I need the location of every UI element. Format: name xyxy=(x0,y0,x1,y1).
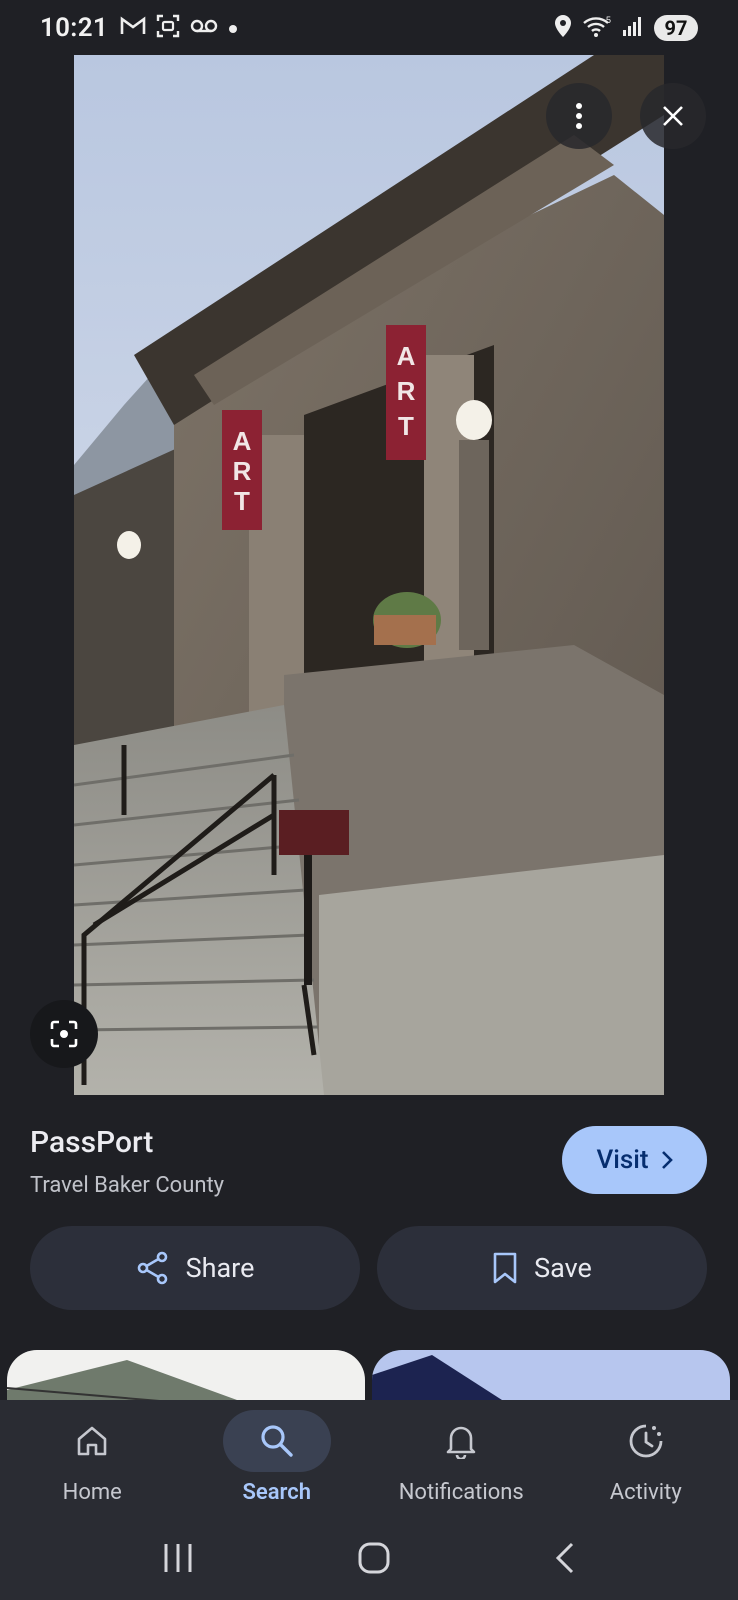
share-label: Share xyxy=(185,1252,255,1284)
svg-text:5: 5 xyxy=(606,15,611,25)
gmail-icon xyxy=(120,16,146,40)
close-icon xyxy=(663,106,683,126)
back-button[interactable] xyxy=(554,1541,576,1579)
nav-label-notifications: Notifications xyxy=(398,1480,524,1505)
home-system-button[interactable] xyxy=(357,1541,391,1579)
bell-icon xyxy=(446,1426,476,1459)
activity-icon xyxy=(629,1424,663,1458)
nav-item-search[interactable]: Search xyxy=(185,1400,370,1520)
nav-item-home[interactable]: Home xyxy=(0,1400,185,1520)
result-source[interactable]: Travel Baker County xyxy=(30,1173,224,1198)
nav-icon-container xyxy=(222,1410,331,1472)
svg-text:A: A xyxy=(233,426,252,456)
lens-search-button[interactable] xyxy=(30,1000,98,1068)
nav-item-notifications[interactable]: Notifications xyxy=(369,1400,554,1520)
more-options-button[interactable] xyxy=(546,83,612,149)
status-time: 10:21 xyxy=(40,13,108,43)
share-button[interactable]: Share xyxy=(30,1226,360,1310)
status-bar: 10:21 5 97 xyxy=(0,0,738,56)
wifi-icon: 5 xyxy=(582,15,612,41)
close-button[interactable] xyxy=(640,83,706,149)
nav-icon-container xyxy=(592,1410,700,1472)
svg-text:R: R xyxy=(397,376,416,406)
lens-icon xyxy=(50,1020,78,1048)
battery-icon: 97 xyxy=(654,15,698,41)
voicemail-icon xyxy=(190,18,218,38)
signal-icon xyxy=(622,16,644,40)
building-photo[interactable]: A R T A R T xyxy=(74,55,664,1095)
chevron-right-icon xyxy=(661,1151,673,1169)
bookmark-icon xyxy=(493,1252,517,1284)
nav-item-activity[interactable]: Activity xyxy=(554,1400,738,1520)
nav-label-home: Home xyxy=(62,1480,122,1505)
search-icon xyxy=(261,1425,293,1457)
visit-label: Visit xyxy=(596,1145,649,1175)
svg-text:T: T xyxy=(398,411,414,441)
svg-text:A: A xyxy=(397,341,416,371)
svg-text:T: T xyxy=(234,486,250,516)
home-circle-icon xyxy=(358,1542,390,1574)
system-navigation-bar xyxy=(0,1520,738,1600)
screenshot-icon xyxy=(156,14,180,42)
more-vert-icon xyxy=(576,103,582,129)
nav-icon-container xyxy=(407,1410,515,1472)
nav-icon-container xyxy=(38,1410,146,1472)
save-button[interactable]: Save xyxy=(377,1226,707,1310)
status-icons-right: 5 97 xyxy=(554,14,698,42)
location-icon xyxy=(554,14,572,42)
recent-apps-icon xyxy=(164,1544,192,1572)
dot-icon xyxy=(228,19,238,38)
home-icon xyxy=(77,1426,107,1456)
share-icon xyxy=(137,1251,167,1285)
nav-label-activity: Activity xyxy=(609,1480,682,1505)
status-icons-left xyxy=(120,14,238,42)
bottom-navigation: Home Search Notifications Activity xyxy=(0,1400,738,1520)
save-label: Save xyxy=(534,1252,592,1284)
recent-apps-button[interactable] xyxy=(162,1542,194,1578)
svg-text:R: R xyxy=(233,456,252,486)
back-icon xyxy=(556,1542,574,1574)
nav-label-search: Search xyxy=(242,1480,312,1505)
result-title: PassPort xyxy=(30,1125,154,1160)
visit-button[interactable]: Visit xyxy=(562,1126,707,1194)
